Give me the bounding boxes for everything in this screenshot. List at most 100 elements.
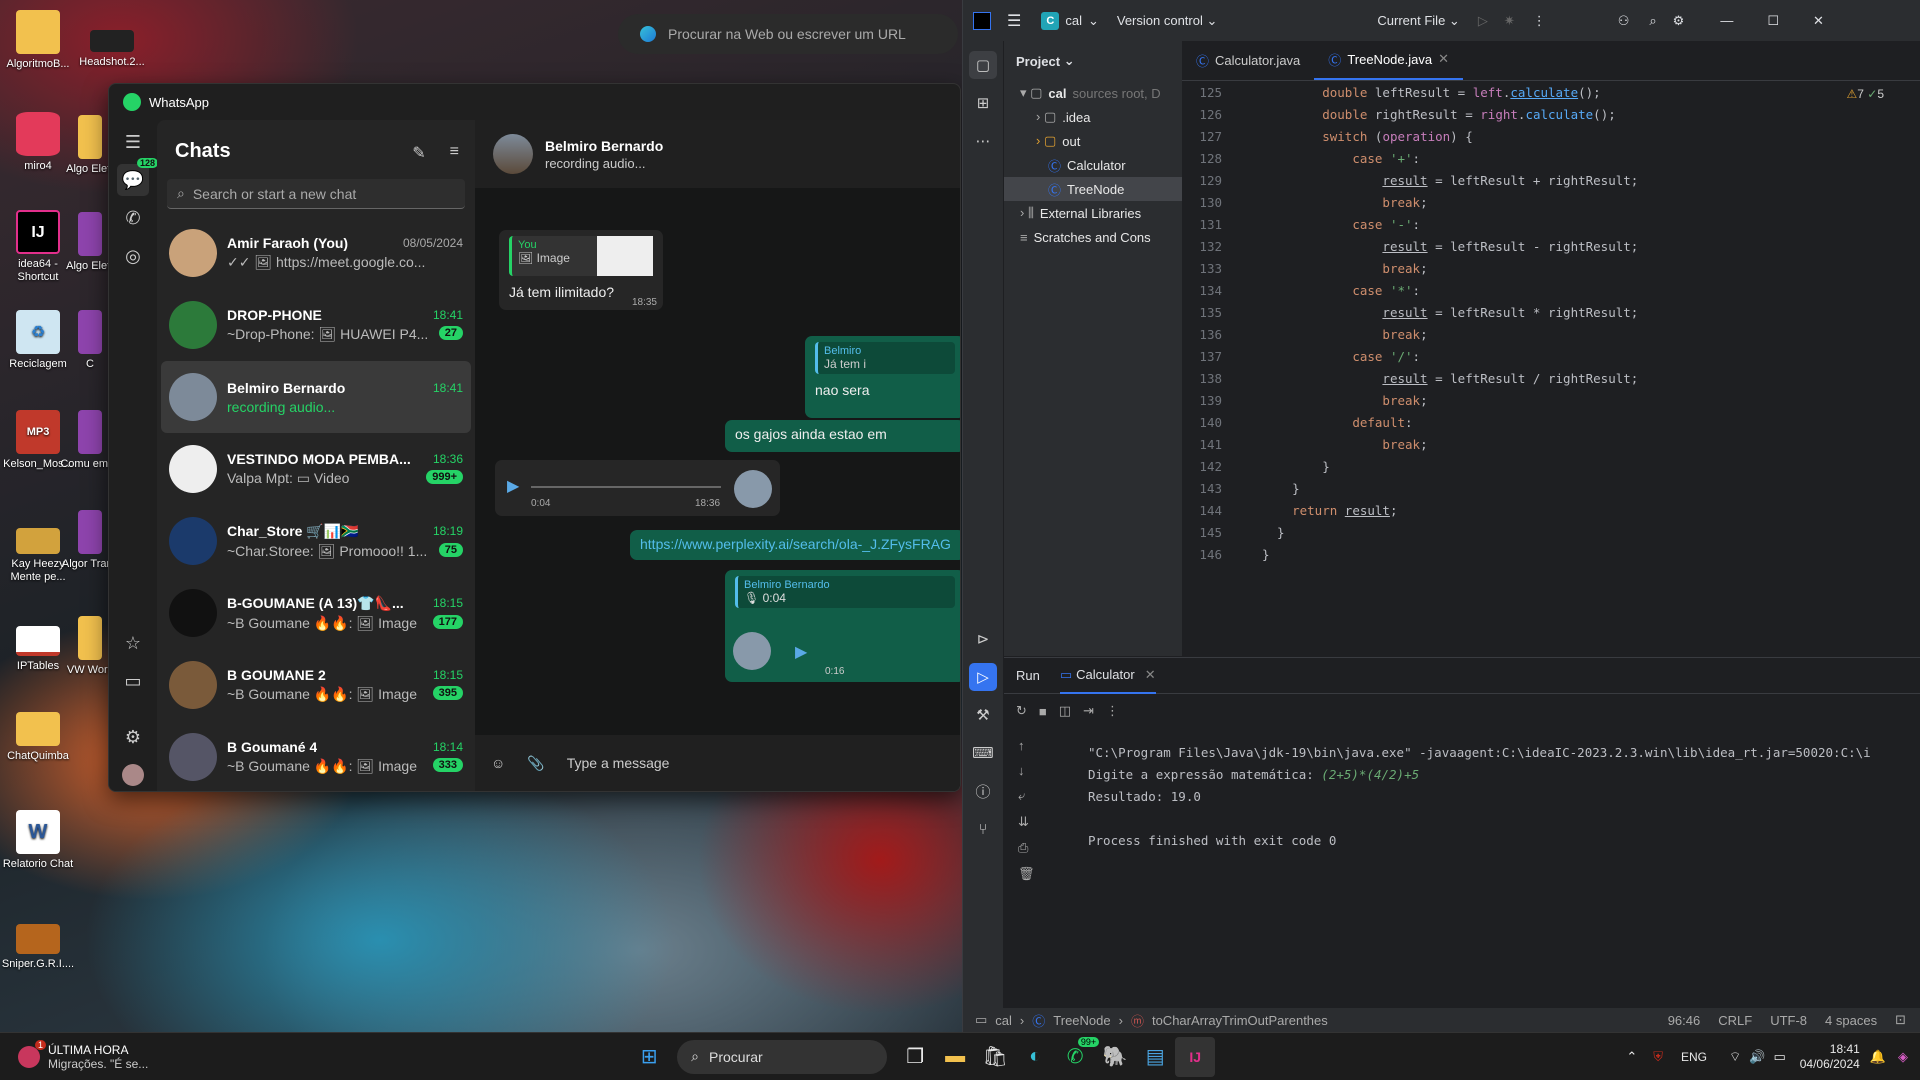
breadcrumb-method[interactable]: toCharArrayTrimOutParenthes bbox=[1152, 1013, 1328, 1028]
postgres-icon[interactable]: 🐘 bbox=[1095, 1037, 1135, 1077]
voice-reply-message[interactable]: Belmiro Bernardo 🎙 0:04 ▶ 0:16 bbox=[725, 570, 960, 682]
run-config-widget[interactable]: Current File ⌄ bbox=[1377, 13, 1459, 29]
search-icon[interactable]: ⌕ bbox=[1649, 13, 1656, 29]
tree-item[interactable]: › ⫼ External Libraries bbox=[1004, 201, 1182, 225]
add-user-icon[interactable]: ⚇ bbox=[1618, 13, 1630, 29]
voice-message[interactable]: ▶ 0:04 18:36 bbox=[495, 460, 780, 516]
settings-icon[interactable]: ⚙ bbox=[117, 721, 149, 753]
wrap-icon[interactable]: ⤶ bbox=[1018, 788, 1035, 804]
news-widget[interactable]: 1 ÚLTIMA HORA Migrações. "É se... bbox=[18, 1039, 218, 1071]
file-explorer-icon[interactable]: ▬ bbox=[935, 1037, 975, 1077]
close-tab-icon[interactable]: ✕ bbox=[1145, 667, 1156, 683]
audio-waveform[interactable] bbox=[531, 486, 721, 488]
breadcrumb-project[interactable]: cal bbox=[995, 1013, 1012, 1028]
down-arrow-icon[interactable]: ↓ bbox=[1018, 763, 1035, 778]
chat-item[interactable]: Amir Faraoh (You) 08/05/2024 ✓✓ 🖼 https:/… bbox=[161, 217, 471, 289]
tree-item[interactable]: ≡ Scratches and Cons bbox=[1004, 225, 1182, 249]
indent-setting[interactable]: 4 spaces bbox=[1825, 1013, 1877, 1028]
menu-icon[interactable]: ☰ bbox=[117, 126, 149, 158]
desktop-icon-algoritmob[interactable]: AlgoritmoB... bbox=[0, 10, 76, 71]
play-icon[interactable]: ▶ bbox=[795, 642, 807, 662]
emoji-icon[interactable]: ☺ bbox=[491, 755, 505, 771]
defender-icon[interactable]: ⛨ bbox=[1653, 1049, 1663, 1065]
main-menu-icon[interactable]: ☰ bbox=[1007, 11, 1021, 31]
line-separator[interactable]: CRLF bbox=[1718, 1013, 1752, 1028]
project-tool-icon[interactable]: ▢ bbox=[969, 51, 997, 79]
play-icon[interactable]: ▶ bbox=[507, 476, 519, 496]
conversation-header[interactable]: Belmiro Bernardo recording audio... bbox=[475, 120, 960, 188]
archive-icon[interactable]: ▭ bbox=[117, 665, 149, 697]
git-icon[interactable]: ⑂ bbox=[969, 815, 997, 843]
desktop-icon-sniper[interactable]: Sniper.G.R.I.... bbox=[0, 924, 76, 971]
tab-treenode[interactable]: Ⓒ TreeNode.java ✕ bbox=[1314, 40, 1464, 80]
whatsapp-taskbar-icon[interactable]: ✆ 99+ bbox=[1055, 1036, 1100, 1077]
close-button[interactable]: ✕ bbox=[1813, 13, 1824, 29]
intellij-taskbar-icon[interactable]: IJ bbox=[1175, 1036, 1216, 1077]
chats-icon[interactable]: 💬 128 bbox=[117, 158, 159, 196]
tree-item[interactable]: ▾ ▢ cal sources root, D bbox=[1004, 81, 1182, 105]
battery-icon[interactable]: ▭ bbox=[1773, 1049, 1785, 1065]
debug-icon[interactable]: ✷ bbox=[1504, 13, 1515, 29]
scroll-end-icon[interactable]: ⇊ bbox=[1018, 814, 1035, 830]
filter-icon[interactable]: ≡ bbox=[450, 143, 459, 163]
terminal-icon[interactable]: ⌨ bbox=[969, 739, 997, 767]
project-panel-title[interactable]: Project ⌄ bbox=[1004, 41, 1182, 81]
export-icon[interactable]: ⇥ bbox=[1083, 703, 1094, 719]
rerun-icon[interactable]: ↻ bbox=[1016, 703, 1027, 719]
taskbar-search[interactable]: ⌕ Procurar bbox=[677, 1039, 888, 1074]
breadcrumb-class[interactable]: TreeNode bbox=[1053, 1013, 1110, 1028]
console-output[interactable]: "C:\Program Files\Java\jdk-19\bin\java.e… bbox=[1088, 742, 1871, 852]
structure-tool-icon[interactable]: ⊞ bbox=[969, 89, 997, 117]
chat-item[interactable]: VESTINDO MODA PEMBA... 18:36 Valpa Mpt: ▭… bbox=[161, 433, 471, 505]
minimize-button[interactable]: — bbox=[1720, 13, 1733, 28]
chat-item[interactable]: Belmiro Bernardo 18:41 recording audio... bbox=[161, 361, 471, 433]
more-tools-icon[interactable]: ⋯ bbox=[969, 127, 997, 155]
caret-position[interactable]: 96:46 bbox=[1668, 1013, 1701, 1028]
close-tab-icon[interactable]: ✕ bbox=[1438, 51, 1449, 67]
wifi-icon[interactable]: ⌔ bbox=[1729, 1049, 1741, 1065]
message-outgoing-reply[interactable]: Belmiro Já tem i nao sera bbox=[805, 336, 960, 418]
clock[interactable]: 18:41 04/06/2024 bbox=[1800, 1042, 1860, 1072]
start-button[interactable]: ⊞ bbox=[629, 1037, 669, 1077]
trash-icon[interactable]: 🗑 bbox=[1018, 866, 1035, 882]
status-icon[interactable]: ◎ bbox=[117, 240, 149, 272]
notification-bell-icon[interactable]: 🔔 bbox=[1870, 1049, 1886, 1065]
tree-item[interactable]: › ▢ out bbox=[1004, 129, 1182, 153]
notepad-icon[interactable]: ▤ bbox=[1135, 1037, 1175, 1077]
inspection-widget[interactable]: ⚠7 ✓5 bbox=[1846, 87, 1884, 101]
run-config-tab[interactable]: ▭ Calculator ✕ bbox=[1059, 658, 1156, 694]
browser-address-bar[interactable]: Procurar na Web ou escrever um URL bbox=[618, 14, 958, 54]
starred-icon[interactable]: ☆ bbox=[117, 627, 149, 659]
tree-item[interactable]: › ▢ .idea bbox=[1004, 105, 1182, 129]
run-icon[interactable]: ▷ bbox=[1478, 13, 1488, 29]
store-icon[interactable]: 🛍 bbox=[975, 1037, 1015, 1077]
volume-icon[interactable]: 🔊 bbox=[1749, 1049, 1765, 1065]
chat-item[interactable]: Char_Store 🛒📊🇿🇦 18:19 ~Char.Storee: 🖼 Pro… bbox=[161, 505, 471, 577]
stop-icon[interactable]: ■ bbox=[1039, 704, 1047, 719]
task-view-icon[interactable]: ❐ bbox=[895, 1037, 935, 1077]
message-outgoing[interactable]: os gajos ainda estao em bbox=[725, 420, 960, 452]
desktop-icon-chatquimba[interactable]: ChatQuimba bbox=[0, 712, 76, 763]
link-message[interactable]: https://www.perplexity.ai/search/ola-_J.… bbox=[630, 530, 960, 560]
print-icon[interactable]: ⎙ bbox=[1018, 840, 1035, 856]
build-icon[interactable]: ⚒ bbox=[969, 701, 997, 729]
tray-chevron-icon[interactable]: ⌃ bbox=[1626, 1049, 1637, 1065]
language-indicator[interactable]: ENG bbox=[1681, 1050, 1707, 1064]
more-icon[interactable]: ⋮ bbox=[1533, 13, 1546, 29]
lock-icon[interactable]: ⊡ bbox=[1895, 1012, 1906, 1028]
chat-item[interactable]: B Goumané 4 18:14 ~B Goumane 🔥🔥: 🖼 Image 3… bbox=[161, 721, 471, 791]
tree-item[interactable]: Ⓒ TreeNode bbox=[1004, 177, 1182, 201]
message-input[interactable]: Type a message bbox=[567, 755, 670, 771]
message-incoming[interactable]: You 🖼 Image Já tem ilimitado? 18:35 bbox=[499, 230, 663, 310]
new-chat-icon[interactable]: ✎ bbox=[412, 143, 425, 163]
maximize-button[interactable]: ☐ bbox=[1767, 13, 1779, 29]
file-encoding[interactable]: UTF-8 bbox=[1770, 1013, 1807, 1028]
chat-item[interactable]: DROP-PHONE 18:41 ~Drop-Phone: 🖼 HUAWEI P4… bbox=[161, 289, 471, 361]
attach-icon[interactable]: 📎 bbox=[527, 755, 544, 772]
problems-icon[interactable]: ⓘ bbox=[969, 777, 997, 805]
chat-item[interactable]: B-GOUMANE (A 13)👕👠... 18:15 ~B Goumane 🔥🔥… bbox=[161, 577, 471, 649]
more-icon[interactable]: ⋮ bbox=[1106, 703, 1119, 719]
profile-avatar[interactable] bbox=[117, 759, 149, 791]
chat-item[interactable]: B GOUMANE 2 18:15 ~B Goumane 🔥🔥: 🖼 Image 3… bbox=[161, 649, 471, 721]
desktop-icon-relatorio[interactable]: W Relatorio Chat bbox=[0, 810, 76, 871]
